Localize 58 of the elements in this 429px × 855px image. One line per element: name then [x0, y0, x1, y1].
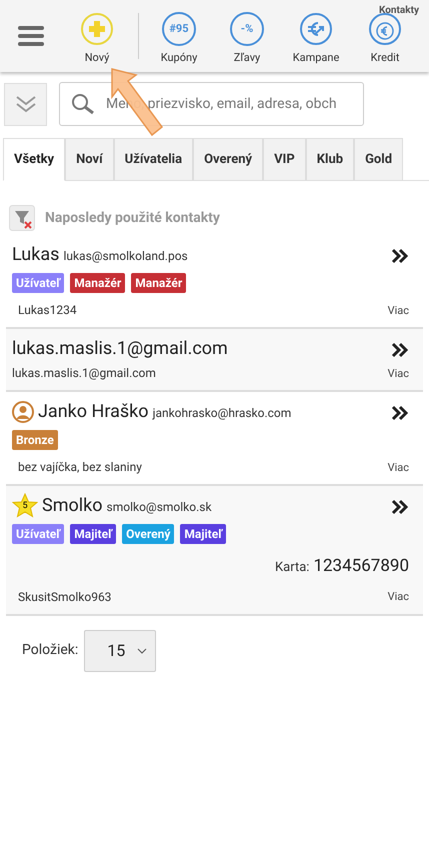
filter-tab[interactable]: Klub: [306, 138, 354, 181]
menu-icon: [18, 26, 44, 46]
double-chevron-icon[interactable]: [391, 404, 409, 422]
contact-note: bez vajíčka, bez slaniny: [18, 459, 143, 476]
double-chevron-icon: [14, 95, 36, 113]
role-tag: Overený: [122, 524, 174, 544]
contact-email: lukas.maslis.1@gmail.com: [12, 365, 157, 382]
more-link[interactable]: Viac: [388, 302, 409, 319]
expand-button[interactable]: [4, 82, 47, 126]
contact-row[interactable]: lukas.maslis.1@gmail.com lukas.maslis.1@gmail.com Viac: [6, 329, 423, 392]
role-tag: Manažér: [70, 273, 126, 293]
person-icon: [12, 400, 34, 422]
more-link[interactable]: Viac: [388, 589, 409, 606]
contact-note: Lukas1234: [18, 302, 78, 319]
page-title: Kontakty: [379, 4, 419, 18]
contact-note: SkusitSmolko963: [18, 588, 112, 606]
toolbar-button[interactable]: #95 Kupóny: [145, 6, 213, 66]
double-chevron-icon[interactable]: [391, 247, 409, 265]
section-heading: Naposledy použité kontakty: [45, 208, 220, 228]
toolbar-button[interactable]: Kampane: [281, 6, 351, 66]
role-tag: Majiteľ: [70, 524, 116, 544]
more-link[interactable]: Viac: [388, 366, 409, 382]
search-icon: [71, 93, 97, 115]
contact-email: smolko@smolko.sk: [106, 498, 212, 516]
role-tag: Užívateľ: [12, 273, 64, 293]
chevron-down-icon: [137, 648, 148, 654]
contact-name: Janko Hraško: [38, 400, 149, 424]
contact-email: lukas@smolkoland.pos: [63, 248, 188, 264]
plus-icon: [80, 12, 114, 46]
double-chevron-icon[interactable]: [391, 341, 409, 359]
coupon-icon: #95: [162, 12, 196, 46]
filter-tab[interactable]: Gold: [354, 138, 404, 181]
contact-name: Smolko: [42, 494, 103, 518]
role-tag: Bronze: [12, 430, 58, 450]
card-number: 1234567890: [313, 555, 409, 578]
filter-tab[interactable]: Všetky: [3, 138, 66, 181]
filter-tab[interactable]: Overený: [193, 138, 264, 181]
role-tag: Manažér: [131, 273, 186, 293]
role-tag: Užívateľ: [12, 524, 64, 544]
contact-email: jankohrasko@hrasko.com: [152, 404, 292, 422]
contact-name: lukas.maslis.1@gmail.com: [12, 337, 228, 361]
double-chevron-icon[interactable]: [391, 498, 409, 516]
star-icon: [12, 492, 38, 518]
role-tag: Majiteľ: [180, 524, 226, 544]
filter-clear-icon: [9, 205, 35, 231]
page-size-label: Položiek:: [22, 641, 78, 660]
filter-tab[interactable]: VIP: [263, 138, 306, 181]
star-count: 5: [22, 500, 28, 514]
filter-tab[interactable]: Užívatelia: [114, 138, 194, 181]
toolbar-button[interactable]: -% Zľavy: [213, 6, 281, 66]
percent-icon: -%: [230, 12, 264, 46]
page-size-select[interactable]: 15: [84, 630, 156, 672]
more-link[interactable]: Viac: [388, 460, 409, 476]
contact-row[interactable]: 5 Smolko smolko@smolko.sk Užívateľ Majiteľ Overený Majiteľ Karta: 1234567890 SkusitSmolko963 Viac: [6, 486, 423, 616]
toolbar-button[interactable]: Nový: [62, 6, 132, 66]
contact-name: Lukas: [12, 243, 60, 267]
filter-tab[interactable]: Noví: [65, 138, 114, 181]
card-label: Karta:: [275, 559, 310, 577]
